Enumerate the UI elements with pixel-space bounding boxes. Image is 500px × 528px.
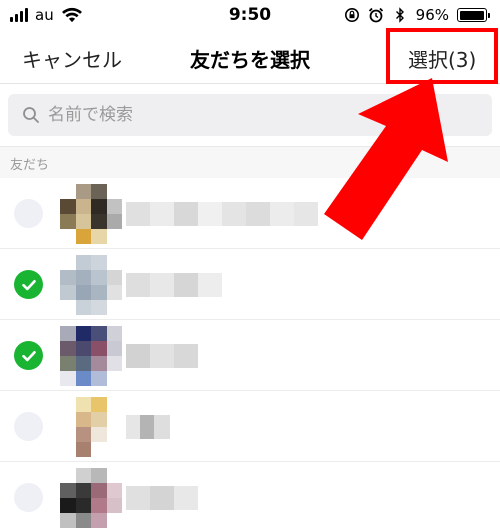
list-item[interactable] — [0, 320, 500, 391]
avatar — [60, 326, 122, 386]
select-checkbox[interactable] — [14, 412, 43, 441]
list-item[interactable] — [0, 391, 500, 462]
status-bar: au 9:50 96% — [0, 0, 500, 30]
battery-icon — [457, 8, 490, 22]
avatar — [60, 184, 122, 244]
blurred-name — [126, 202, 318, 226]
avatar — [60, 397, 122, 457]
blurred-name — [126, 273, 222, 297]
status-right: 96% — [344, 0, 490, 30]
alarm-icon — [368, 7, 383, 23]
blurred-name — [126, 486, 198, 510]
list-item[interactable] — [0, 462, 500, 528]
select-checkbox[interactable] — [14, 199, 43, 228]
blurred-name — [126, 415, 170, 439]
search-icon — [23, 107, 39, 123]
list-item[interactable] — [0, 249, 500, 320]
section-label: 友だち — [10, 158, 50, 173]
checkmark-icon — [21, 350, 36, 361]
orientation-lock-icon — [344, 8, 359, 22]
red-arrow-annotation — [324, 78, 448, 240]
select-checkbox[interactable] — [14, 483, 43, 512]
avatar — [60, 255, 122, 315]
select-checkbox[interactable] — [14, 341, 43, 370]
battery-percent: 96% — [415, 6, 449, 24]
avatar — [60, 468, 122, 528]
checkmark-icon — [21, 279, 36, 290]
blurred-name — [126, 344, 198, 368]
bluetooth-icon — [395, 7, 404, 23]
select-checkbox[interactable] — [14, 270, 43, 299]
